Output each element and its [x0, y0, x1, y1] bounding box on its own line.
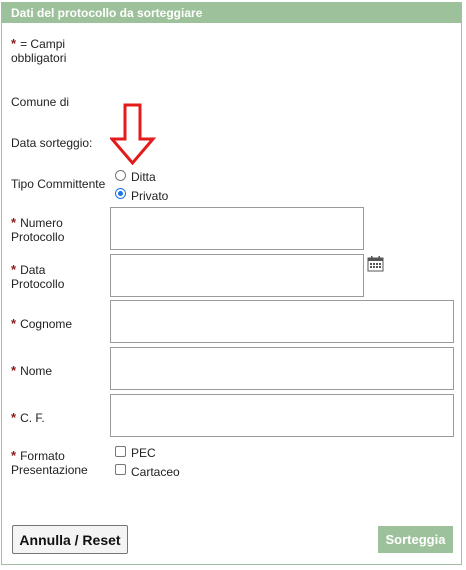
required-fields-note: * = Campi obbligatori [11, 36, 67, 66]
checkbox-cartaceo-label: Cartaceo [131, 465, 180, 479]
cf-label: * C. F. [11, 410, 45, 426]
radio-ditta-label: Ditta [131, 170, 156, 184]
data-protocollo-label-line1: Data [20, 263, 46, 277]
nome-label-text: Nome [20, 364, 53, 378]
cf-label-text: C. F. [20, 411, 45, 425]
radio-ditta[interactable] [115, 170, 126, 181]
numero-protocollo-label-line1: Numero [20, 216, 63, 230]
numero-protocollo-label: * Numero Protocollo [11, 215, 65, 245]
formato-label-line1: Formato [20, 449, 65, 463]
radio-privato[interactable] [115, 188, 126, 199]
panel-header: Dati del protocollo da sorteggiare [2, 3, 461, 23]
required-star: * [11, 448, 17, 463]
required-star: * [11, 215, 17, 230]
required-star: * [11, 262, 17, 277]
data-sorteggio-label: Data sorteggio: [11, 136, 93, 150]
radio-privato-label: Privato [131, 189, 169, 203]
formato-presentazione-label: * Formato Presentazione [11, 448, 88, 478]
cognome-label-text: Cognome [20, 317, 73, 331]
panel-title: Dati del protocollo da sorteggiare [11, 6, 203, 20]
numero-protocollo-input[interactable] [110, 207, 364, 250]
cognome-label: * Cognome [11, 316, 73, 332]
cf-input[interactable] [110, 394, 454, 437]
required-star: * [11, 410, 17, 425]
nome-input[interactable] [110, 347, 454, 390]
data-protocollo-label: * Data Protocollo [11, 262, 65, 292]
comune-label: Comune di [11, 95, 70, 109]
checkbox-pec[interactable] [115, 446, 126, 457]
checkbox-pec-label: PEC [131, 446, 156, 460]
required-star: * [11, 316, 17, 331]
down-arrow-annotation [110, 103, 156, 165]
reset-button[interactable]: Annulla / Reset [12, 525, 128, 554]
numero-protocollo-label-line2: Protocollo [11, 230, 65, 244]
nome-label: * Nome [11, 363, 53, 379]
checkbox-cartaceo[interactable] [115, 464, 126, 475]
required-star: * [11, 36, 17, 51]
formato-label-line2: Presentazione [11, 463, 88, 477]
tipo-committente-label: Tipo Committente [11, 177, 106, 191]
required-note-line2: obbligatori [11, 51, 67, 65]
sorteggia-button[interactable]: Sorteggia [378, 526, 453, 553]
data-protocollo-label-line2: Protocollo [11, 277, 65, 291]
calendar-icon[interactable] [367, 256, 384, 272]
required-note-line1: = Campi [20, 37, 66, 51]
data-protocollo-input[interactable] [110, 254, 364, 297]
cognome-input[interactable] [110, 300, 454, 343]
required-star: * [11, 363, 17, 378]
